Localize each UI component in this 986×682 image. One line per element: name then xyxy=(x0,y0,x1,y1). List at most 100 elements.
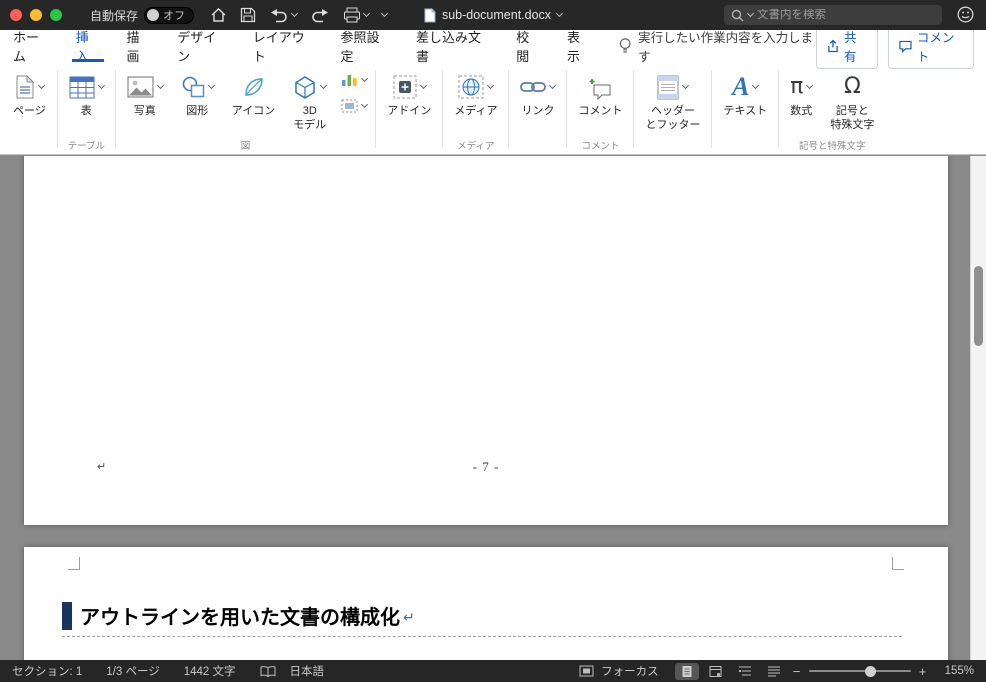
chevron-down-icon xyxy=(419,81,427,90)
shapes-button[interactable]: 図形 xyxy=(172,62,223,119)
ribbon-group-text: A テキスト xyxy=(714,62,776,154)
group-separator xyxy=(711,70,713,148)
pages-button[interactable]: ページ xyxy=(4,62,55,119)
document-page-8[interactable]: アウトラインを用いた文書の構成化 ↵ xyxy=(24,547,948,660)
group-separator xyxy=(56,70,58,148)
media-button[interactable]: メディア xyxy=(445,62,506,119)
document-title-group[interactable]: sub-document.docx xyxy=(424,0,564,30)
status-page-count[interactable]: 1/3 ページ xyxy=(106,663,159,679)
tab-draw[interactable]: 描画 xyxy=(113,30,164,64)
header-footer-button[interactable]: ヘッダー とフッター xyxy=(636,62,709,133)
zoom-window-button[interactable] xyxy=(50,9,62,21)
symbol-button[interactable]: Ω 記号と 特殊文字 xyxy=(821,62,883,133)
chevron-down-icon xyxy=(97,81,105,90)
zoom-percentage[interactable]: 155% xyxy=(945,665,974,677)
group-separator xyxy=(375,70,377,148)
group-label-illustrations: 図 xyxy=(240,140,251,152)
search-box[interactable] xyxy=(724,5,942,25)
screenshot-button[interactable] xyxy=(341,99,369,113)
new-comment-icon xyxy=(589,78,611,100)
vertical-scrollbar[interactable] xyxy=(970,156,986,660)
draft-view-button[interactable] xyxy=(762,663,786,680)
document-canvas[interactable]: ↵ - 7 - アウトラインを用いた文書の構成化 ↵ xyxy=(0,156,986,660)
search-input[interactable] xyxy=(757,9,907,21)
scrollbar-thumb[interactable] xyxy=(974,266,983,346)
ribbon-tab-row: ホーム 挿入 描画 デザイン レイアウト 参照設定 差し込み文書 校閲 表示 実… xyxy=(0,23,986,69)
autosave-toggle[interactable]: オフ xyxy=(144,6,195,24)
header-footer-icon xyxy=(657,75,679,99)
chevron-down-icon xyxy=(380,9,389,18)
save-icon xyxy=(240,7,256,23)
tab-layout[interactable]: レイアウト xyxy=(240,30,328,64)
comments-label: コメント xyxy=(916,31,955,64)
document-page-7[interactable]: ↵ - 7 - xyxy=(24,156,948,525)
zoom-in-button[interactable]: + xyxy=(917,664,929,679)
autosave-control: 自動保存 オフ xyxy=(90,6,195,24)
3d-models-button[interactable]: 3D モデル xyxy=(284,62,335,133)
redo-icon xyxy=(312,9,329,23)
home-button[interactable] xyxy=(210,7,227,23)
pi-icon: π xyxy=(790,74,804,99)
document-icon xyxy=(424,7,436,22)
outline-view-button[interactable] xyxy=(733,663,757,680)
chevron-down-icon xyxy=(320,81,328,90)
addins-button[interactable]: アドイン xyxy=(378,62,440,119)
group-label-symbols: 記号と特殊文字 xyxy=(799,140,866,152)
traffic-lights xyxy=(10,9,62,21)
tab-view[interactable]: 表示 xyxy=(554,30,605,64)
document-heading-row[interactable]: アウトラインを用いた文書の構成化 ↵ xyxy=(62,601,415,630)
page-number-footer: - 7 - xyxy=(472,459,500,474)
chevron-down-icon xyxy=(361,100,369,109)
paragraph-mark: ↵ xyxy=(97,461,107,473)
redo-button[interactable] xyxy=(310,7,330,23)
focus-mode-button[interactable]: フォーカス xyxy=(579,663,659,679)
margin-crop-mark-left xyxy=(68,557,80,570)
text-button[interactable]: A テキスト xyxy=(714,62,776,119)
omega-icon: Ω xyxy=(843,74,861,99)
comment-bubble-icon xyxy=(899,40,912,53)
search-icon xyxy=(731,9,744,21)
save-button[interactable] xyxy=(240,7,256,23)
group-label-table: テーブル xyxy=(67,140,105,152)
autosave-state: オフ xyxy=(163,10,186,22)
new-comment-button[interactable]: コメント xyxy=(569,62,631,119)
undo-button[interactable] xyxy=(269,7,299,23)
tab-home[interactable]: ホーム xyxy=(0,30,63,64)
tell-me-box[interactable]: 実行したい作業内容を入力します xyxy=(619,30,816,64)
tab-mailings[interactable]: 差し込み文書 xyxy=(403,30,503,64)
autosave-label: 自動保存 xyxy=(90,8,139,23)
paragraph-return-mark: ↵ xyxy=(403,609,415,625)
status-language[interactable]: 日本語 xyxy=(290,663,325,679)
document-heading-text[interactable]: アウトラインを用いた文書の構成化 xyxy=(80,601,400,630)
table-button[interactable]: 表 xyxy=(60,62,113,119)
links-button[interactable]: リンク xyxy=(511,62,564,119)
chart-button[interactable] xyxy=(341,72,369,87)
web-layout-view-button[interactable] xyxy=(704,663,728,680)
status-char-count[interactable]: 1442 文字 xyxy=(184,663,236,679)
zoom-slider-thumb[interactable] xyxy=(864,665,876,677)
zoom-slider[interactable] xyxy=(808,665,911,677)
smiley-icon xyxy=(957,6,974,23)
zoom-out-button[interactable]: − xyxy=(791,664,803,679)
feedback-smiley-button[interactable] xyxy=(957,6,974,26)
minimize-window-button[interactable] xyxy=(30,9,42,21)
status-section[interactable]: セクション: 1 xyxy=(12,663,82,679)
tab-review[interactable]: 校閲 xyxy=(503,30,554,64)
tab-references[interactable]: 参照設定 xyxy=(328,30,403,64)
tab-design[interactable]: デザイン xyxy=(164,30,239,64)
tab-insert[interactable]: 挿入 xyxy=(63,30,114,64)
icons-icon xyxy=(244,78,263,96)
print-button[interactable] xyxy=(343,7,371,23)
close-window-button[interactable] xyxy=(10,9,22,21)
chart-icon xyxy=(342,75,357,86)
print-layout-view-button[interactable] xyxy=(674,662,699,680)
pictures-button[interactable]: 写真 xyxy=(118,62,172,119)
proofing-status-button[interactable] xyxy=(260,665,276,678)
outline-view-icon xyxy=(738,666,751,676)
equation-button[interactable]: π 数式 xyxy=(781,62,821,119)
focus-icon xyxy=(579,665,594,677)
customize-toolbar-button[interactable] xyxy=(380,9,389,18)
icons-button[interactable]: アイコン xyxy=(223,62,284,119)
media-globe-icon xyxy=(458,75,484,99)
toggle-knob-icon xyxy=(147,9,160,21)
